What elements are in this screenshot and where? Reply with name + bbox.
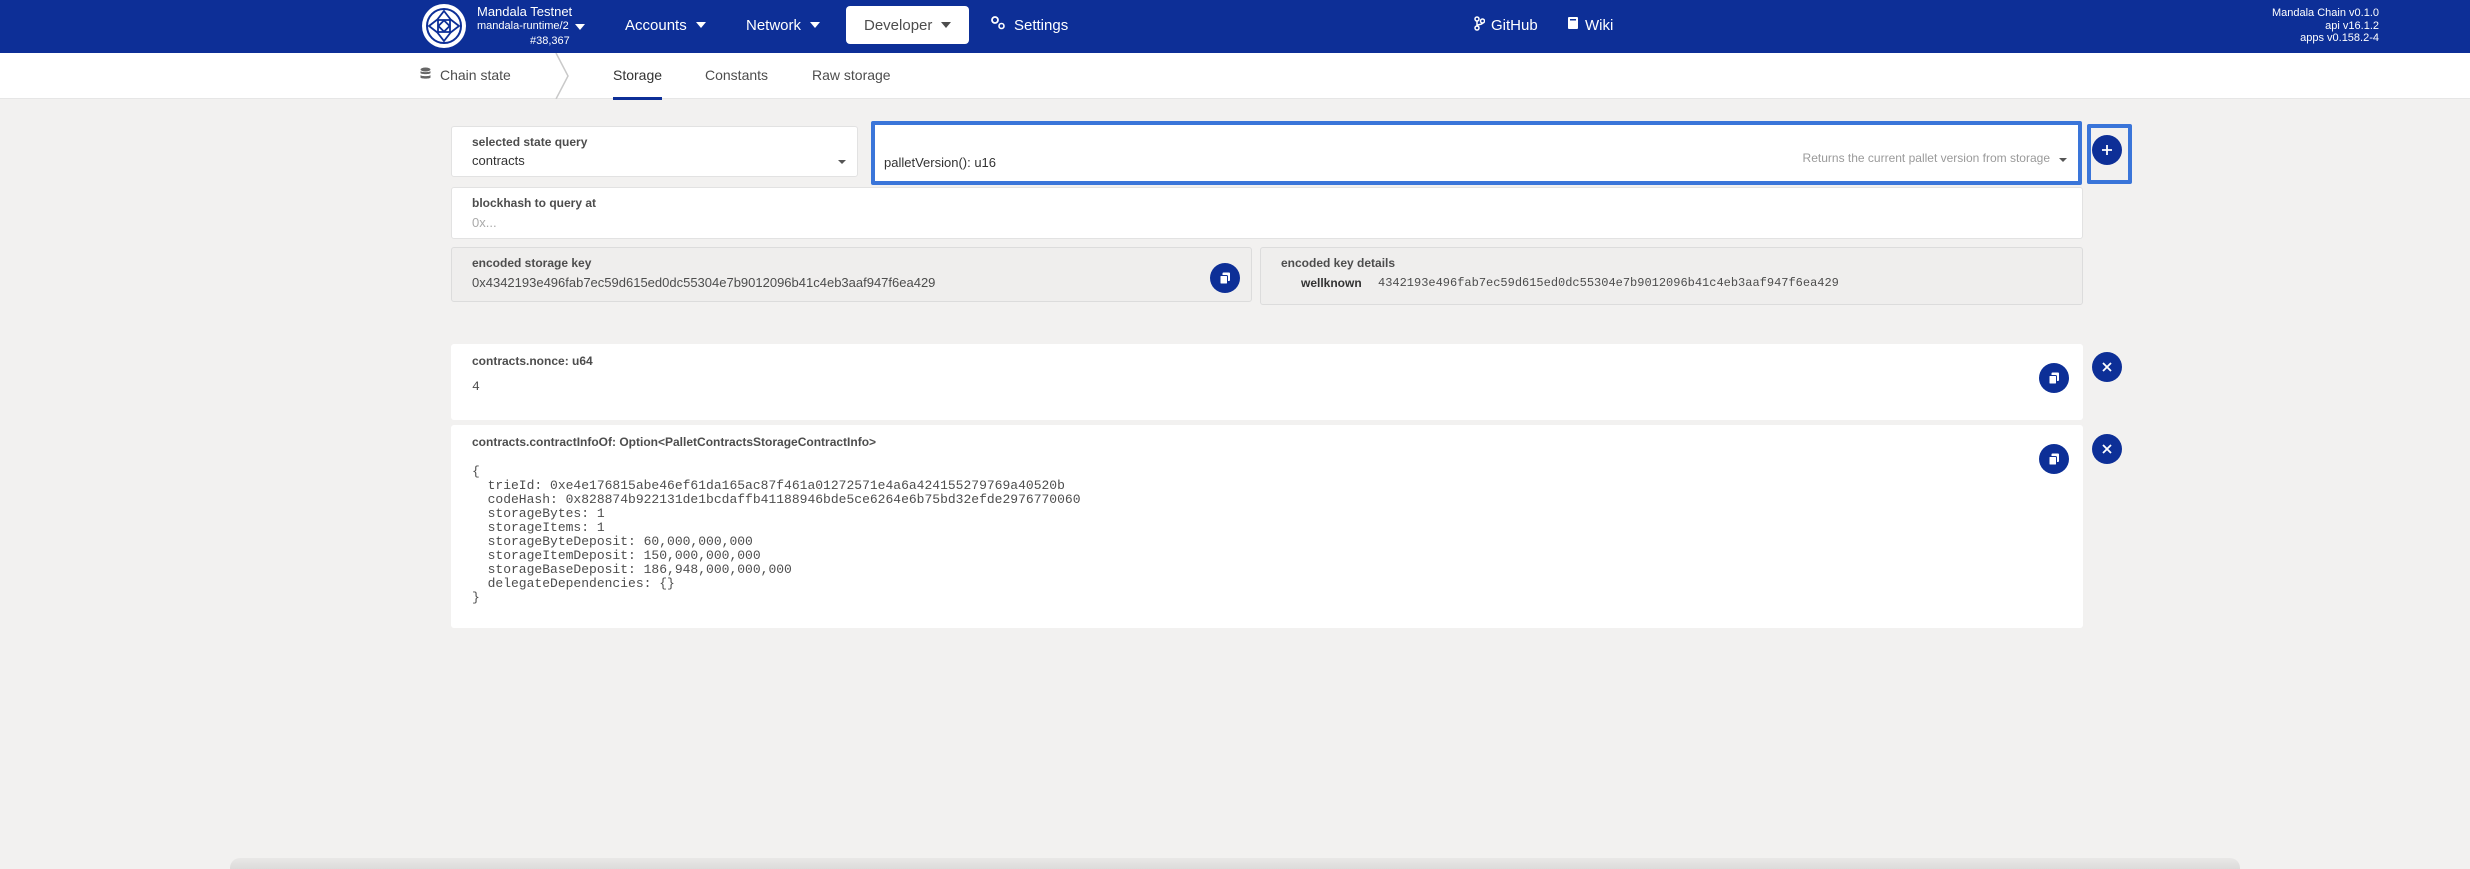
result-value: { trieId: 0xe4e176815abe46ef61da165ac87f… (472, 464, 1081, 605)
copy-icon (1219, 272, 1230, 284)
nav-settings[interactable]: Settings (972, 6, 1086, 44)
tab-storage[interactable]: Storage (613, 67, 663, 100)
chevron-down-icon (574, 23, 585, 30)
add-query-button[interactable] (2092, 135, 2122, 165)
api-version: api v16.1.2 (2325, 19, 2379, 32)
query-result-contract-info: contracts.contractInfoOf: Option<PalletC… (451, 425, 2083, 628)
chain-name: Mandala Testnet (477, 4, 573, 19)
chevron-down-icon (838, 160, 846, 164)
blockhash-field[interactable]: blockhash to query at 0x... (451, 187, 2083, 239)
runtime-version: mandala-runtime/2 (477, 19, 585, 34)
result-label: contracts.contractInfoOf: Option<PalletC… (472, 435, 877, 449)
tab-raw-storage[interactable]: Raw storage (812, 67, 891, 83)
storage-method-description: Returns the current pallet version from … (1802, 151, 2050, 165)
key-details-label: encoded key details (1281, 256, 1396, 270)
nav-github-label: GitHub (1491, 16, 1538, 34)
remove-result-button[interactable] (2092, 352, 2122, 382)
chain-selector[interactable]: Mandala Testnet mandala-runtime/2 #38,36… (477, 4, 585, 49)
database-icon (420, 67, 431, 83)
copy-encoded-key-button[interactable] (1210, 263, 1240, 293)
breadcrumb-separator-icon (555, 53, 569, 99)
remove-result-button[interactable] (2092, 434, 2122, 464)
settings-icon (990, 16, 1006, 34)
state-query-label: selected state query (472, 135, 588, 149)
sub-navigation-bar: Chain state Storage Constants Raw storag… (0, 53, 2470, 100)
nav-developer-label: Developer (864, 16, 933, 34)
wellknown-label: wellknown (1301, 276, 1362, 290)
state-query-value: contracts (472, 153, 525, 168)
close-icon (2102, 444, 2112, 454)
encoded-key-details: encoded key details wellknown 4342193e49… (1260, 247, 2083, 305)
section-title-label: Chain state (440, 67, 511, 83)
nav-developer[interactable]: Developer (846, 6, 969, 44)
nav-network-label: Network (746, 16, 802, 34)
storage-method-select[interactable]: palletVersion(): u16 Returns the current… (871, 121, 2082, 185)
state-query-select[interactable]: selected state query contracts (451, 126, 858, 177)
close-icon (2102, 362, 2112, 372)
encoded-key-label: encoded storage key (472, 256, 592, 270)
top-navigation-bar: Mandala Testnet mandala-runtime/2 #38,36… (0, 0, 2470, 53)
copy-result-button[interactable] (2039, 444, 2069, 474)
nav-accounts-label: Accounts (625, 16, 687, 34)
chain-logo-icon[interactable] (422, 4, 466, 48)
chevron-down-icon (695, 22, 706, 28)
apps-version: apps v0.158.2-4 (2300, 32, 2379, 44)
nav-wiki[interactable]: Wiki (1549, 6, 1631, 44)
chevron-down-icon (2059, 158, 2067, 162)
code-branch-icon (1474, 15, 1486, 35)
copy-result-button[interactable] (2039, 363, 2069, 393)
nav-wiki-label: Wiki (1585, 16, 1614, 34)
query-result-nonce: contracts.nonce: u64 4 (451, 344, 2083, 420)
nav-network[interactable]: Network (728, 6, 838, 44)
chevron-down-icon (810, 22, 821, 28)
copy-icon (2048, 453, 2059, 465)
wellknown-value: 4342193e496fab7ec59d615ed0dc55304e7b9012… (1378, 276, 1839, 290)
nav-settings-label: Settings (1014, 16, 1069, 34)
blockhash-placeholder: 0x... (472, 215, 497, 230)
section-title: Chain state (420, 67, 511, 83)
storage-method-value: palletVersion(): u16 (884, 155, 997, 170)
best-block-number: #38,367 (530, 35, 570, 47)
encoded-storage-key: encoded storage key 0x4342193e496fab7ec5… (451, 247, 1252, 302)
result-label: contracts.nonce: u64 (472, 354, 593, 368)
tab-constants[interactable]: Constants (705, 67, 768, 83)
chain-version: Mandala Chain v0.1.0 (2271, 7, 2379, 19)
version-info: Mandala Chain v0.1.0 api v16.1.2 apps v0… (2272, 7, 2379, 45)
encoded-key-value: 0x4342193e496fab7ec59d615ed0dc55304e7b90… (472, 275, 936, 290)
chevron-down-icon (941, 22, 952, 28)
runtime-label: mandala-runtime/2 (477, 20, 569, 32)
copy-icon (2048, 372, 2059, 384)
nav-github[interactable]: GitHub (1456, 6, 1556, 44)
nav-accounts[interactable]: Accounts (607, 6, 724, 44)
blockhash-label: blockhash to query at (472, 196, 597, 210)
result-value: 4 (472, 379, 480, 394)
book-icon (1567, 16, 1579, 34)
page-footer-edge (230, 858, 2240, 869)
plus-icon (2102, 145, 2112, 155)
